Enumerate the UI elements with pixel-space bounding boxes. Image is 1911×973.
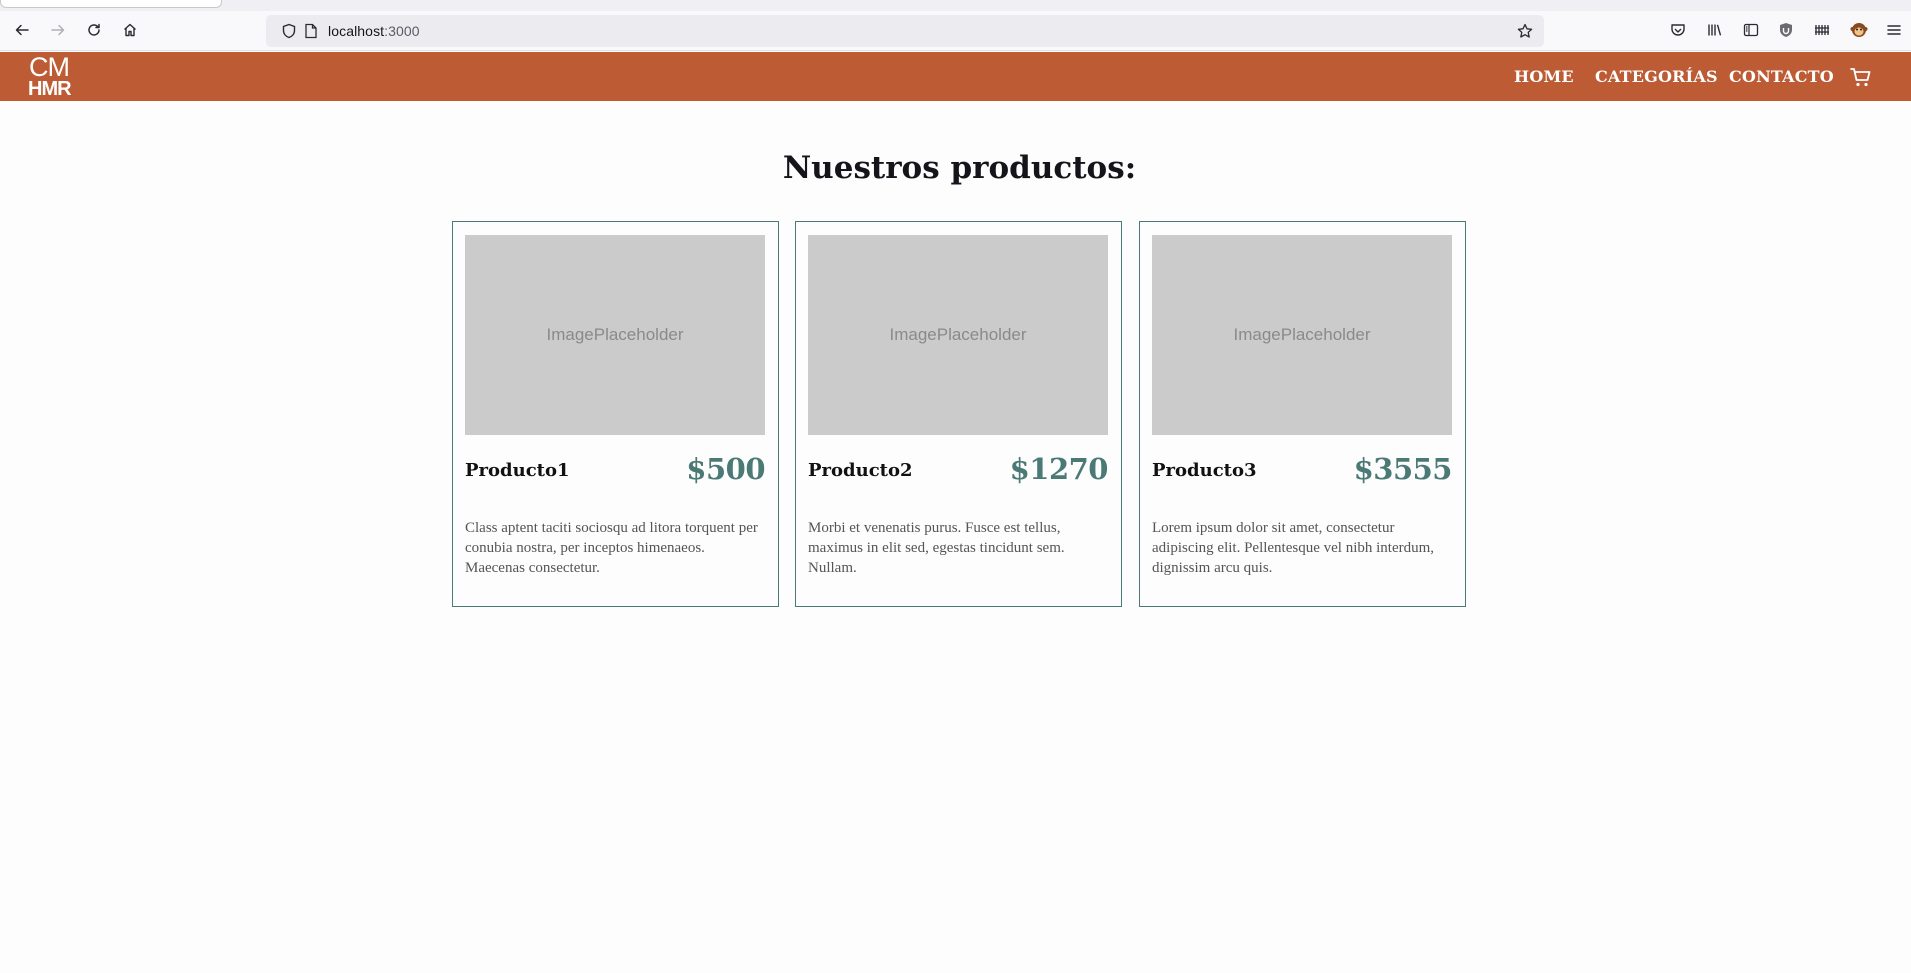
product-image-placeholder: ImagePlaceholder — [465, 235, 765, 435]
forward-icon[interactable] — [44, 16, 72, 44]
product-description: Class aptent taciti sociosqu ad litora t… — [465, 520, 758, 576]
ublock-icon[interactable] — [1772, 16, 1800, 44]
url-port: :3000 — [384, 23, 420, 39]
page-title: Nuestros productos: — [782, 150, 1137, 186]
tab-strip — [0, 0, 1911, 11]
cart-icon[interactable] — [1849, 65, 1873, 89]
product-card[interactable]: ImagePlaceholder Producto1 $500 Class ap… — [452, 221, 779, 607]
product-name: Producto1 — [465, 460, 570, 481]
product-price: $3555 — [1353, 452, 1453, 486]
bookmark-star-icon[interactable] — [1516, 22, 1534, 40]
image-placeholder-label: ImagePlaceholder — [546, 325, 684, 344]
back-icon[interactable] — [8, 16, 36, 44]
site-header: CM HMR HOME CATEGORÍAS CONTACTO — [0, 52, 1911, 101]
url-host: localhost — [328, 23, 385, 39]
active-tab[interactable] — [0, 0, 222, 8]
product-image-placeholder: ImagePlaceholder — [808, 235, 1108, 435]
product-card[interactable]: ImagePlaceholder Producto3 $3555 Lorem i… — [1139, 221, 1466, 607]
monkey-icon[interactable] — [1845, 16, 1873, 44]
extension-icon[interactable] — [1808, 16, 1836, 44]
product-price: $500 — [686, 452, 765, 486]
nav-categorias[interactable]: CATEGORÍAS — [1595, 67, 1718, 86]
product-name: Producto3 — [1152, 460, 1257, 481]
logo-line2: HMR — [28, 78, 72, 100]
library-icon[interactable] — [1701, 16, 1729, 44]
address-bar[interactable]: localhost:3000 — [266, 15, 1544, 47]
logo-line1: CM — [29, 52, 70, 82]
page-icon — [302, 22, 320, 40]
product-image-placeholder: ImagePlaceholder — [1152, 235, 1452, 435]
sidebar-icon[interactable] — [1737, 16, 1765, 44]
browser-toolbar: localhost:3000 — [0, 11, 1911, 51]
product-description: Lorem ipsum dolor sit amet, consectetur … — [1152, 520, 1435, 576]
nav-contacto[interactable]: CONTACTO — [1729, 67, 1834, 86]
image-placeholder-label: ImagePlaceholder — [1233, 325, 1371, 344]
product-description: Morbi et venenatis purus. Fusce est tell… — [808, 520, 1065, 576]
menu-icon[interactable] — [1880, 16, 1908, 44]
product-name: Producto2 — [808, 460, 913, 481]
pocket-icon[interactable] — [1664, 16, 1692, 44]
product-card[interactable]: ImagePlaceholder Producto2 $1270 Morbi e… — [795, 221, 1122, 607]
site-logo[interactable]: CM HMR — [28, 52, 86, 101]
nav-home[interactable]: HOME — [1514, 67, 1574, 86]
url-text[interactable]: localhost:3000 — [328, 23, 420, 39]
reload-icon[interactable] — [80, 16, 108, 44]
image-placeholder-label: ImagePlaceholder — [889, 325, 1027, 344]
product-price: $1270 — [1009, 452, 1109, 486]
shield-icon[interactable] — [280, 22, 298, 40]
home-icon[interactable] — [116, 16, 144, 44]
